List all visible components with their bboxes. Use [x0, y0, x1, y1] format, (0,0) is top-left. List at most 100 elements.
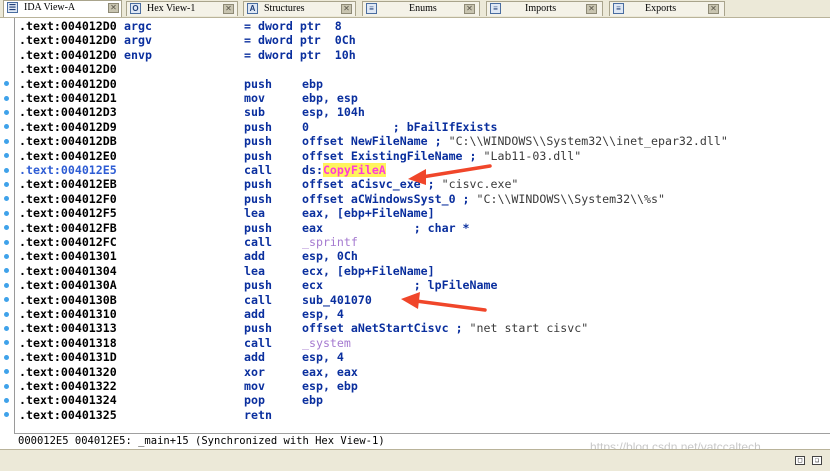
code-line[interactable]: .text:00401322 mov esp, ebp	[19, 379, 819, 393]
instruction-dot-icon[interactable]	[4, 181, 9, 187]
close-icon[interactable]: ✕	[586, 4, 597, 14]
operand[interactable]: 0 ; bFailIfExists	[302, 120, 497, 134]
instruction-dot-icon[interactable]	[4, 369, 9, 375]
instruction-dot-icon[interactable]	[4, 138, 9, 144]
operand-text[interactable]: esp, ebp	[302, 379, 358, 393]
code-line[interactable]: .text:00401320 xor eax, eax	[19, 365, 819, 379]
operand[interactable]: eax ; char *	[302, 221, 470, 235]
address[interactable]: .text:004012D1	[19, 91, 117, 105]
code-line[interactable]: .text:004012F5 lea eax, [ebp+FileName]	[19, 206, 819, 220]
address[interactable]: .text:004012E5	[19, 163, 117, 177]
address[interactable]: .text:0040131D	[19, 350, 117, 364]
address[interactable]: .text:00401325	[19, 408, 117, 422]
instruction-dot-icon[interactable]	[4, 95, 9, 101]
operand[interactable]: _sprintf	[302, 235, 358, 249]
address[interactable]: .text:004012E0	[19, 149, 117, 163]
operand[interactable]: esp, 4	[302, 350, 344, 364]
instruction-dot-icon[interactable]	[4, 210, 9, 216]
instruction-dot-icon[interactable]	[4, 225, 9, 231]
operand[interactable]: esp, 4	[302, 307, 344, 321]
address[interactable]: .text:004012D0	[19, 48, 117, 62]
operand-text[interactable]: offset aCWindowsSyst_0	[302, 192, 456, 206]
instruction-dot-icon[interactable]	[4, 81, 9, 87]
code-line[interactable]: .text:00401313 push offset aNetStartCisvc …	[19, 321, 819, 335]
close-icon[interactable]: ✕	[223, 4, 234, 14]
operand-text[interactable]: ds:	[302, 163, 323, 177]
code-line[interactable]: .text:00401324 pop ebp	[19, 393, 819, 407]
address[interactable]: .text:00401301	[19, 249, 117, 263]
stack-var-name[interactable]: envp	[124, 48, 152, 62]
operand-text[interactable]: eax	[302, 221, 323, 235]
operand[interactable]: _system	[302, 336, 351, 350]
operand[interactable]: offset aNetStartCisvc ; "net start cisvc…	[302, 321, 588, 335]
address[interactable]: .text:00401313	[19, 321, 117, 335]
import-name-highlight[interactable]: CopyFileA	[322, 163, 386, 177]
operand-text[interactable]: offset NewFileName	[302, 134, 428, 148]
tab-ida-view-a[interactable]: ☰ IDA View-A ✕	[3, 0, 122, 17]
operand[interactable]: ebp, esp	[302, 91, 358, 105]
address[interactable]: .text:0040130B	[19, 293, 117, 307]
operand[interactable]: esp, 0Ch	[302, 249, 358, 263]
operand[interactable]: ebp	[302, 77, 323, 91]
address[interactable]: .text:00401324	[19, 393, 117, 407]
tab-imports[interactable]: ≡ Imports ✕	[486, 1, 603, 16]
address[interactable]: .text:004012D3	[19, 105, 117, 119]
code-line[interactable]: .text:00401318 call _system	[19, 336, 819, 350]
code-line[interactable]: .text:004012FB push eax ; char *	[19, 221, 819, 235]
code-line[interactable]: .text:0040131D add esp, 4	[19, 350, 819, 364]
code-line[interactable]: .text:004012DB push offset NewFileName ; "…	[19, 134, 819, 148]
code-line[interactable]: .text:004012D0 push ebp	[19, 77, 819, 91]
operand-text[interactable]: esp, 4	[302, 307, 344, 321]
instruction-dot-icon[interactable]	[4, 124, 9, 130]
operand-text[interactable]: 0	[302, 120, 309, 134]
code-line[interactable]: .text:004012D0 argc = dword ptr 8	[19, 19, 819, 33]
library-function[interactable]: _sprintf	[302, 235, 358, 249]
operand-text[interactable]: esp, 0Ch	[302, 249, 358, 263]
code-line[interactable]: .text:004012FC call _sprintf	[19, 235, 819, 249]
operand[interactable]: esp, ebp	[302, 379, 358, 393]
address[interactable]: .text:00401304	[19, 264, 117, 278]
operand-text[interactable]: sub_401070	[302, 293, 372, 307]
operand-text[interactable]: ebp	[302, 77, 323, 91]
tab-exports[interactable]: ≡ Exports ✕	[609, 1, 725, 16]
instruction-dot-icon[interactable]	[4, 412, 9, 418]
instruction-dot-icon[interactable]	[4, 282, 9, 288]
instruction-dot-icon[interactable]	[4, 383, 9, 389]
code-line[interactable]: .text:00401301 add esp, 0Ch	[19, 249, 819, 263]
instruction-dot-icon[interactable]	[4, 297, 9, 303]
instruction-dot-icon[interactable]	[4, 167, 9, 173]
address[interactable]: .text:004012D9	[19, 120, 117, 134]
operand-text[interactable]: offset aCisvc_exe	[302, 177, 421, 191]
tab-enums[interactable]: ≡ Enums ✕	[362, 1, 480, 16]
code-line[interactable]: .text:00401325 retn	[19, 408, 819, 422]
instruction-dot-icon[interactable]	[4, 268, 9, 274]
code-line[interactable]: .text:004012D0	[19, 62, 819, 76]
operand-text[interactable]: esp, 4	[302, 350, 344, 364]
operand-text[interactable]: ebp	[302, 393, 323, 407]
operand-text[interactable]: offset aNetStartCisvc	[302, 321, 449, 335]
operand-text[interactable]: ecx, [ebp+FileName]	[302, 264, 435, 278]
operand-text[interactable]: eax, [ebp+FileName]	[302, 206, 435, 220]
instruction-dot-icon[interactable]	[4, 311, 9, 317]
close-icon[interactable]: ✕	[341, 4, 352, 14]
operand[interactable]: ecx, [ebp+FileName]	[302, 264, 435, 278]
operand-text[interactable]: esp, 104h	[302, 105, 365, 119]
address[interactable]: .text:004012FB	[19, 221, 117, 235]
restore-icon[interactable]: ❏	[812, 456, 822, 465]
address[interactable]: .text:004012D0	[19, 77, 117, 91]
address[interactable]: .text:004012F0	[19, 192, 117, 206]
code-line[interactable]: .text:004012D0 argv = dword ptr 0Ch	[19, 33, 819, 47]
address[interactable]: .text:004012D0	[19, 33, 117, 47]
close-icon[interactable]: ✕	[464, 4, 475, 14]
instruction-dot-icon[interactable]	[4, 354, 9, 360]
stack-var-name[interactable]: argc	[124, 19, 152, 33]
code-line[interactable]: .text:004012D3 sub esp, 104h	[19, 105, 819, 119]
address[interactable]: .text:00401310	[19, 307, 117, 321]
library-function[interactable]: _system	[302, 336, 351, 350]
operand-text[interactable]: ebp, esp	[302, 91, 358, 105]
operand[interactable]: eax, [ebp+FileName]	[302, 206, 435, 220]
address[interactable]: .text:0040130A	[19, 278, 117, 292]
code-line[interactable]: .text:004012D1 mov ebp, esp	[19, 91, 819, 105]
close-icon[interactable]: ✕	[108, 3, 119, 13]
stack-var-name[interactable]: argv	[124, 33, 152, 47]
